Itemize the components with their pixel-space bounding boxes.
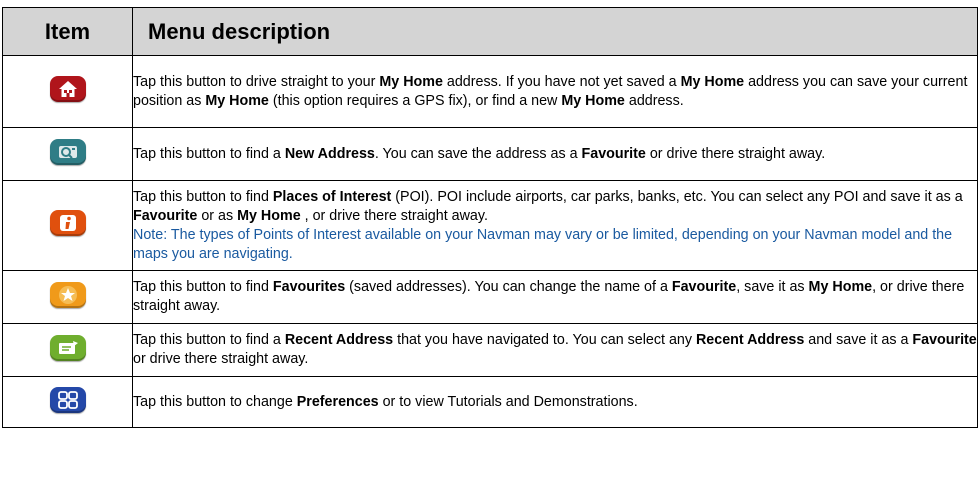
description-text: and save it as a xyxy=(804,332,913,348)
description-text: (this option requires a GPS fix), or fin… xyxy=(268,92,562,109)
description-cell: Tap this button to find a Recent Address… xyxy=(132,323,978,377)
bold-term: My Home xyxy=(237,207,301,224)
menu-table: Item Menu description Tap this button to… xyxy=(2,7,978,428)
bold-term: My Home xyxy=(561,92,625,109)
bold-term: Preferences xyxy=(296,393,379,410)
description-text: Tap this button to change xyxy=(133,393,297,410)
recent-address-icon xyxy=(49,334,86,361)
bold-term: Favourite xyxy=(581,145,646,162)
description-text: , or drive there straight away. xyxy=(300,207,488,224)
description-text: . You can save the address as a xyxy=(374,145,582,162)
info-icon xyxy=(49,210,86,236)
bold-term: Favourite xyxy=(671,279,737,295)
bold-term: My Home xyxy=(808,279,873,295)
bold-term: Favourite xyxy=(912,332,977,348)
bold-term: Recent Address xyxy=(695,332,805,348)
home-icon xyxy=(49,76,86,102)
bold-term: My Home xyxy=(680,73,745,90)
description-text: Tap this button to find xyxy=(133,188,273,205)
description-text: Tap this button to drive straight to you… xyxy=(133,73,380,90)
table-row-new-address: Tap this button to find a New Address. Y… xyxy=(2,127,978,181)
item-column-header: Item xyxy=(2,7,133,56)
bold-term: Recent Address xyxy=(284,332,394,348)
new-address-icon xyxy=(49,138,86,165)
bold-term: Places of Interest xyxy=(272,188,392,205)
description-text: , save it as xyxy=(736,279,809,295)
description-text: or to view Tutorials and Demonstrations. xyxy=(378,393,638,410)
description-text: (POI). POI include airports, car parks, … xyxy=(391,188,963,205)
description-text: or drive there straight away. xyxy=(133,351,309,367)
description-cell: Tap this button to find Places of Intere… xyxy=(132,180,978,271)
bold-term: Favourite xyxy=(133,207,198,224)
description-text: address. If you have not yet saved a xyxy=(442,73,681,90)
description-text: Tap this button to find a xyxy=(133,145,285,162)
table-row-my-home: Tap this button to drive straight to you… xyxy=(2,55,978,128)
bold-term: My Home xyxy=(205,92,269,109)
description-text: or drive there straight away. xyxy=(645,145,826,162)
preferences-icon xyxy=(49,386,86,413)
note-text: Note: The types of Points of Interest av… xyxy=(133,226,953,262)
star-icon xyxy=(49,281,86,308)
description-column-header: Menu description xyxy=(132,7,978,56)
table-row-preferences: Tap this button to change Preferences or… xyxy=(2,376,978,428)
description-cell: Tap this button to find a New Address. Y… xyxy=(132,127,978,181)
description-text: (saved addresses). You can change the na… xyxy=(345,279,672,295)
description-cell: Tap this button to drive straight to you… xyxy=(132,55,978,128)
table-row-favourites: Tap this button to find Favourites (save… xyxy=(2,270,978,324)
description-text: Tap this button to find xyxy=(133,279,273,295)
description-cell: Tap this button to find Favourites (save… xyxy=(132,270,978,324)
description-text: or as xyxy=(197,207,238,224)
description-text: address. xyxy=(624,92,684,109)
header-row: Item Menu description xyxy=(2,7,978,56)
bold-term: Favourites xyxy=(272,279,346,295)
description-text: that you have navigated to. You can sele… xyxy=(393,332,696,348)
table-row-places-of-interest: Tap this button to find Places of Intere… xyxy=(2,180,978,271)
bold-term: New Address xyxy=(284,145,375,162)
table-row-recent-address: Tap this button to find a Recent Address… xyxy=(2,323,978,377)
description-cell: Tap this button to change Preferences or… xyxy=(132,376,978,428)
bold-term: My Home xyxy=(379,73,443,90)
description-text: Tap this button to find a xyxy=(133,332,285,348)
